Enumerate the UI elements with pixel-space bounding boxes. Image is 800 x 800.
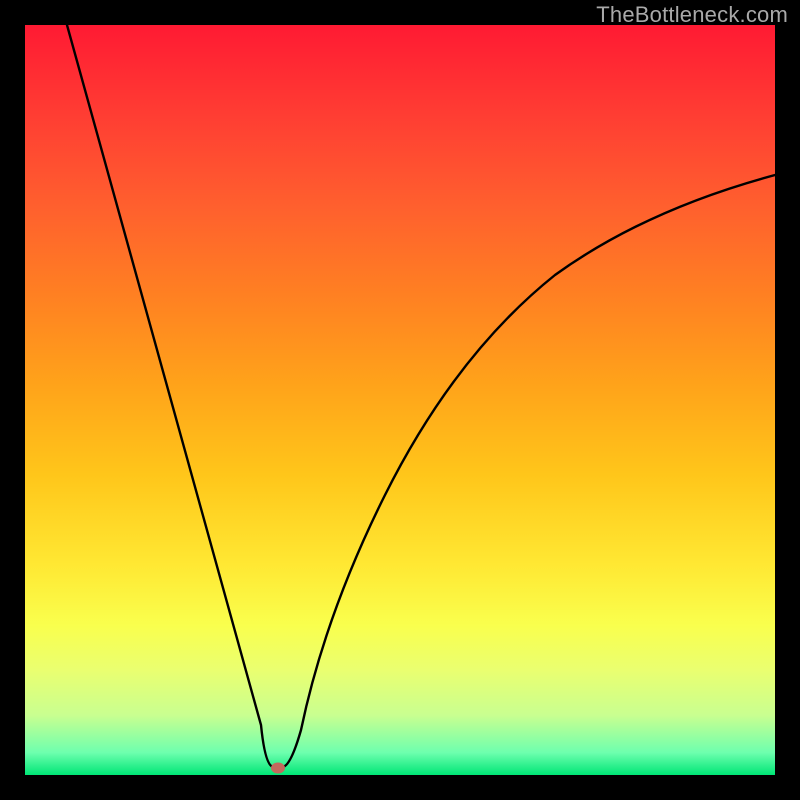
optimal-point-marker (271, 763, 285, 774)
bottleneck-curve (25, 25, 775, 775)
chart-frame: TheBottleneck.com (0, 0, 800, 800)
watermark-text: TheBottleneck.com (596, 2, 788, 28)
plot-area (25, 25, 775, 775)
